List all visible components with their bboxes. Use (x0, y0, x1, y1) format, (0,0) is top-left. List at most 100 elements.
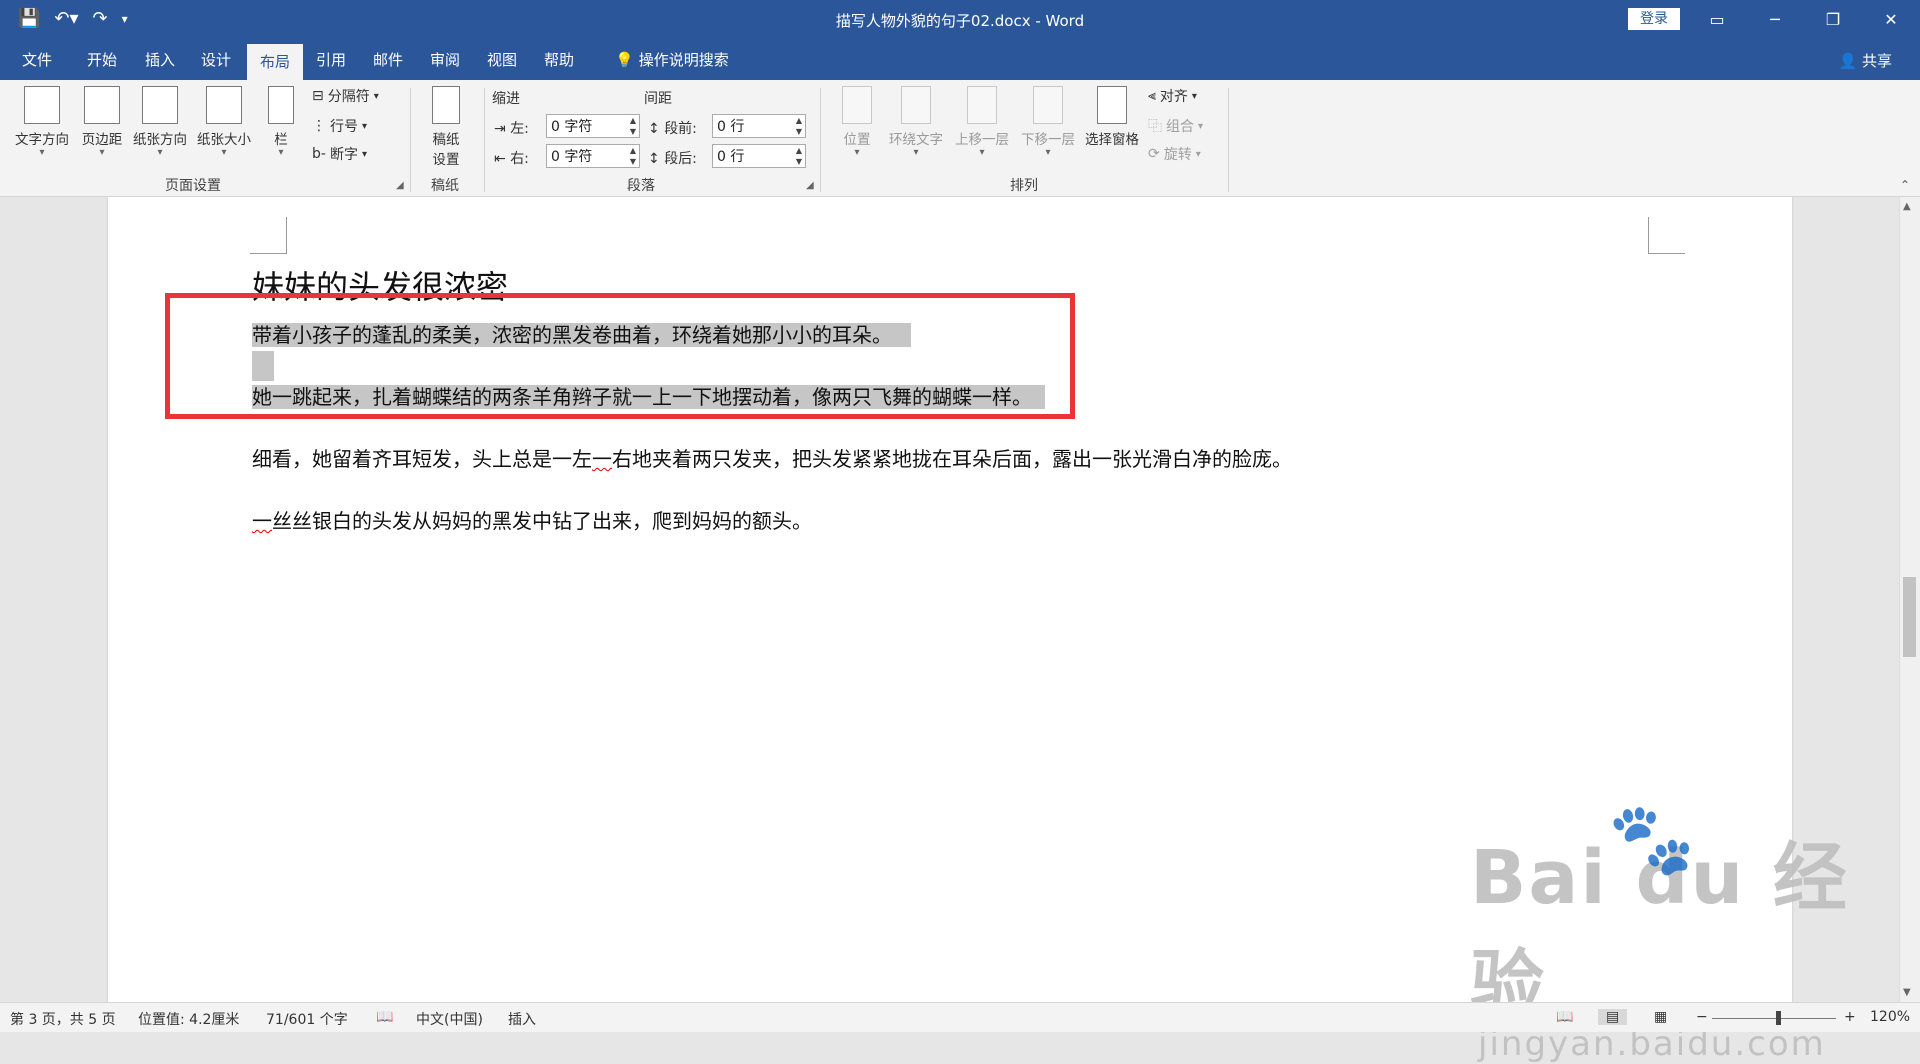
tab-review[interactable]: 审阅 (416, 40, 474, 80)
group-icon: ⿻ (1148, 119, 1162, 135)
tell-me-search[interactable]: 💡 操作说明搜索 (602, 40, 742, 80)
zoom-in-icon[interactable]: + (1844, 1009, 1856, 1025)
spelling-mark: 一 (592, 447, 612, 471)
login-button[interactable]: 登录 (1628, 8, 1680, 30)
columns-button[interactable]: 栏 ▾ (266, 86, 296, 158)
bring-forward-icon (967, 86, 997, 124)
zoom-out-icon[interactable]: − (1696, 1009, 1708, 1025)
ribbon-separator (484, 88, 485, 192)
ribbon-separator (410, 88, 411, 192)
paragraph-4[interactable]: 一丝丝银白的头发从妈妈的黑发中钻了出来，爬到妈妈的额头。 (252, 505, 812, 534)
indent-label: 缩进 (492, 91, 520, 107)
close-icon[interactable]: ✕ (1862, 0, 1920, 40)
paper-size-icon (206, 86, 242, 124)
selection-pane-icon (1097, 86, 1127, 124)
send-backward-button[interactable]: 下移一层 ▾ (1016, 86, 1080, 158)
spinner-arrows-icon[interactable]: ▲ ▼ (630, 115, 636, 137)
tab-view[interactable]: 视图 (473, 40, 531, 80)
spelling-mark: 一 (252, 509, 272, 533)
spacing-before-input[interactable]: 0 行 ▲ ▼ (712, 114, 806, 138)
chevron-down-icon: ▾ (361, 148, 367, 160)
scroll-up-icon[interactable]: ▲ (1903, 201, 1911, 212)
insert-mode[interactable]: 插入 (508, 1009, 536, 1029)
tab-layout[interactable]: 布局 (247, 44, 303, 80)
spinner-arrows-icon[interactable]: ▲ ▼ (630, 145, 636, 167)
highlight-annotation-box (165, 293, 1075, 419)
zoom-level[interactable]: 120% (1870, 1009, 1910, 1025)
chevron-down-icon: ▾ (1191, 90, 1197, 102)
size-button[interactable]: 纸张大小 ▾ (192, 86, 256, 158)
text-direction-button[interactable]: 文字方向 ▾ (10, 86, 74, 158)
language-indicator[interactable]: 中文(中国) (416, 1009, 483, 1029)
person-icon: 👤 (1838, 52, 1858, 70)
paragraph-3[interactable]: 细看，她留着齐耳短发，头上总是一左一右地夹着两只发夹，把头发紧紧地拢在耳朵后面，… (252, 443, 1292, 472)
tab-mailings[interactable]: 邮件 (359, 40, 417, 80)
read-mode-icon[interactable]: 📖 (1556, 1009, 1573, 1025)
margins-button[interactable]: 页边距 ▾ (76, 86, 128, 158)
position-icon (842, 86, 872, 124)
columns-icon (268, 86, 294, 124)
share-button[interactable]: 👤 共享 (1839, 50, 1892, 71)
spacing-label: 间距 (644, 91, 672, 107)
position-indicator[interactable]: 位置值: 4.2厘米 (138, 1009, 239, 1029)
indent-left-label: ⇥ 左: (494, 121, 529, 137)
tab-design[interactable]: 设计 (186, 40, 246, 80)
orientation-icon (142, 86, 178, 124)
align-button[interactable]: ⫷ 对齐 ▾ (1148, 86, 1197, 106)
breaks-button[interactable]: ⊟ 分隔符 ▾ (312, 86, 379, 106)
tab-home[interactable]: 开始 (72, 40, 132, 80)
tab-references[interactable]: 引用 (302, 40, 360, 80)
wrap-text-button[interactable]: 环绕文字 ▾ (884, 86, 948, 158)
rotate-button[interactable]: ⟳ 旋转 ▾ (1148, 144, 1201, 164)
bring-forward-button[interactable]: 上移一层 ▾ (950, 86, 1014, 158)
zoom-slider[interactable] (1712, 1018, 1836, 1019)
chevron-down-icon: ▾ (362, 120, 368, 132)
window-controls: ▭ ─ ❐ ✕ (1688, 0, 1920, 40)
title-bar: 💾 ↶▾ ↷ ▾ 描写人物外貌的句子02.docx - Word 登录 ▭ ─ … (0, 0, 1920, 40)
selection-pane-button[interactable]: 选择窗格 (1080, 86, 1144, 148)
minimize-icon[interactable]: ─ (1746, 0, 1804, 40)
lightbulb-icon: 💡 (615, 51, 634, 69)
group-label-manuscript: 稿纸 (431, 178, 459, 194)
dialog-launcher-icon[interactable]: ◢ (396, 180, 404, 191)
print-layout-icon[interactable]: ▤ (1598, 1009, 1628, 1025)
web-layout-icon[interactable]: ▦ (1654, 1009, 1667, 1025)
zoom-slider-thumb[interactable] (1776, 1011, 1781, 1025)
hyphenation-button[interactable]: b‑ 断字 ▾ (312, 144, 367, 164)
tab-help[interactable]: 帮助 (530, 40, 588, 80)
tab-file[interactable]: 文件 (8, 40, 66, 80)
rotate-icon: ⟳ (1148, 146, 1160, 162)
spacing-after-input[interactable]: 0 行 ▲ ▼ (712, 144, 806, 168)
orientation-button[interactable]: 纸张方向 ▾ (128, 86, 192, 158)
word-count[interactable]: 71/601 个字 (266, 1009, 348, 1029)
ribbon-display-options-icon[interactable]: ▭ (1688, 0, 1746, 40)
align-icon: ⫷ (1148, 88, 1156, 104)
indent-right-input[interactable]: 0 字符 ▲ ▼ (546, 144, 640, 168)
collapse-ribbon-icon[interactable]: ⌃ (1900, 178, 1910, 192)
indent-right-label: ⇤ 右: (494, 151, 529, 167)
indent-left-icon: ⇥ (494, 121, 506, 137)
page-indicator[interactable]: 第 3 页，共 5 页 (10, 1009, 116, 1029)
chevron-down-icon: ▾ (221, 147, 227, 158)
spacing-after-icon: ↕ (648, 151, 660, 167)
line-numbers-button[interactable]: ⋮ 行号 ▾ (312, 116, 367, 136)
chevron-down-icon: ▾ (99, 147, 105, 158)
chevron-down-icon: ▾ (1198, 120, 1204, 132)
spinner-arrows-icon[interactable]: ▲ ▼ (796, 145, 802, 167)
scrollbar-thumb[interactable] (1903, 577, 1916, 657)
position-button[interactable]: 位置 ▾ (836, 86, 878, 158)
hyphenation-icon: b‑ (312, 146, 326, 162)
group-label-page-setup: 页面设置 (165, 178, 221, 194)
proofing-icon[interactable]: 📖 (376, 1009, 393, 1025)
paw-logo-icon: 🐾 (1608, 798, 1696, 880)
spinner-arrows-icon[interactable]: ▲ ▼ (796, 115, 802, 137)
manuscript-settings-button[interactable]: 稿纸 设置 (424, 86, 468, 168)
chevron-down-icon: ▾ (1045, 147, 1051, 158)
spacing-after-label: ↕ 段后: (648, 151, 697, 167)
dialog-launcher-icon[interactable]: ◢ (806, 180, 814, 191)
wrap-text-icon (901, 86, 931, 124)
group-button[interactable]: ⿻组合 ▾ (1148, 116, 1203, 136)
indent-left-input[interactable]: 0 字符 ▲ ▼ (546, 114, 640, 138)
tab-insert[interactable]: 插入 (130, 40, 190, 80)
restore-icon[interactable]: ❐ (1804, 0, 1862, 40)
